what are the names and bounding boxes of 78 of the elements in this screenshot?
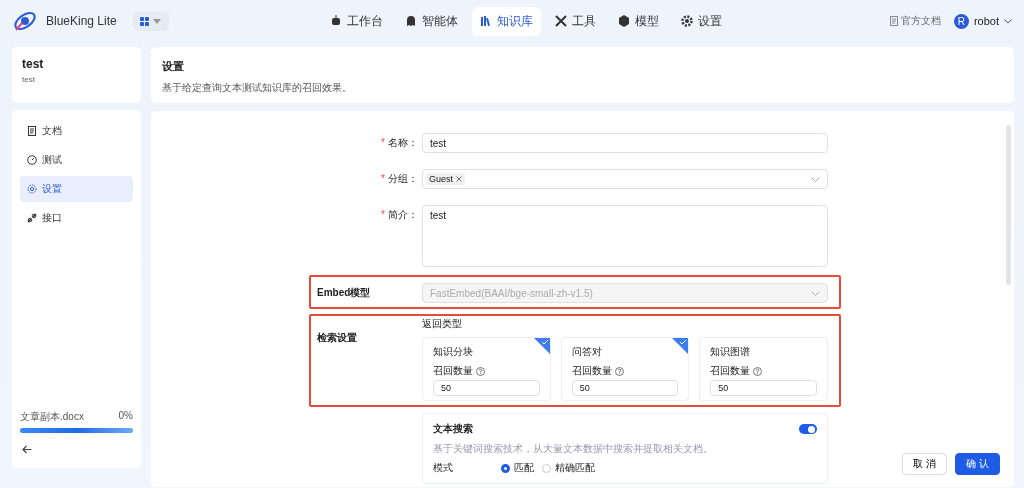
card-title: 问答对 xyxy=(571,345,603,359)
nav-tab[interactable]: 智能体 xyxy=(397,6,466,36)
tools-icon xyxy=(555,15,567,27)
field-label: 检索设置 xyxy=(317,331,357,345)
cube-icon xyxy=(618,15,630,27)
check-corner-icon xyxy=(533,338,550,354)
kb-title: test xyxy=(22,57,45,71)
return-type-card[interactable]: 知识图谱 召回数量 50 xyxy=(699,337,828,401)
nav-tab[interactable]: 设置 xyxy=(673,6,730,36)
mode-radio[interactable]: 匹配 xyxy=(501,461,534,475)
field-label: 名称： xyxy=(388,136,418,150)
sidebar-item[interactable]: 测试 xyxy=(20,147,133,173)
grid-icon xyxy=(140,16,150,26)
chevron-down-icon[interactable] xyxy=(1004,18,1012,24)
gear-icon xyxy=(681,15,693,27)
check-corner-icon xyxy=(672,338,689,354)
text-search-title: 文本搜索 xyxy=(433,422,473,436)
close-icon[interactable] xyxy=(456,176,462,182)
nav-tab[interactable]: 工作台 xyxy=(322,6,391,36)
gauge-icon xyxy=(27,155,37,165)
group-tag[interactable]: Guest xyxy=(426,173,465,185)
page-description: 基于给定查询文本测试知识库的召回效果。 xyxy=(162,81,353,95)
field-label: 分组： xyxy=(388,172,418,186)
count-field[interactable]: 50 xyxy=(571,380,679,396)
mode-radio[interactable]: 精确匹配 xyxy=(542,461,595,475)
mode-label: 模式 xyxy=(433,461,454,475)
books-icon xyxy=(480,15,492,27)
intro-textarea[interactable]: test xyxy=(422,205,828,267)
link-icon xyxy=(27,213,37,223)
name-field[interactable]: test xyxy=(422,133,828,153)
nav-tab[interactable]: 工具 xyxy=(547,6,604,36)
sidebar-item[interactable]: 接口 xyxy=(20,205,133,231)
help-icon xyxy=(476,366,485,376)
gear-icon xyxy=(27,184,37,194)
sidebar-item[interactable]: 设置 xyxy=(20,176,133,202)
back-arrow-icon[interactable] xyxy=(22,445,32,454)
field-label: Embed模型 xyxy=(317,286,371,300)
return-type-card[interactable]: 问答对 召回数量 50 xyxy=(560,337,690,401)
required-mark: * xyxy=(381,208,385,222)
nav-tab[interactable]: 知识库 xyxy=(472,6,541,36)
kb-subtitle: test xyxy=(22,75,36,84)
text-search-description: 基于关键词搜索技术，从大量文本数据中搜索并提取相关文档。 xyxy=(433,442,714,456)
sidebar-item[interactable]: 文档 xyxy=(20,118,133,144)
document-icon xyxy=(889,16,898,26)
count-field[interactable]: 50 xyxy=(710,380,817,396)
count-label: 召回数量 xyxy=(710,364,751,378)
user-avatar[interactable]: R xyxy=(953,13,969,29)
return-type-label: 返回类型 xyxy=(422,317,463,331)
help-icon xyxy=(753,366,763,376)
group-select[interactable]: Guest xyxy=(422,169,828,189)
toggle-switch[interactable] xyxy=(799,424,817,434)
count-label: 召回数量 xyxy=(433,364,473,378)
doc-icon xyxy=(27,126,37,136)
caret-icon xyxy=(153,18,162,24)
upload-percent: 0% xyxy=(118,410,133,423)
card-title: 知识图谱 xyxy=(710,345,752,359)
required-mark: * xyxy=(381,136,385,150)
chevron-down-icon xyxy=(811,177,820,182)
docs-link[interactable]: 官方文档 xyxy=(889,14,941,28)
app-switcher-button[interactable] xyxy=(132,11,169,31)
robot-icon xyxy=(330,15,342,27)
count-field[interactable]: 50 xyxy=(433,380,540,396)
chevron-down-icon xyxy=(811,291,820,296)
nav-tab[interactable]: 模型 xyxy=(610,6,667,36)
return-type-card[interactable]: 知识分块 召回数量 50 xyxy=(422,337,551,401)
cancel-button[interactable]: 取 消 xyxy=(902,453,948,475)
app-name: BlueKing Lite xyxy=(46,14,117,28)
required-mark: * xyxy=(381,172,385,186)
help-icon xyxy=(614,366,624,376)
confirm-button[interactable]: 确 认 xyxy=(955,453,1000,475)
ghost-icon xyxy=(405,15,417,27)
file-name: 文章副本.docx xyxy=(20,410,84,424)
user-name[interactable]: robot xyxy=(973,15,999,27)
count-label: 召回数量 xyxy=(571,364,612,378)
page-title: 设置 xyxy=(162,59,185,74)
field-label: 简介： xyxy=(388,208,418,222)
card-title: 知识分块 xyxy=(433,345,474,359)
radio-button[interactable] xyxy=(501,463,510,473)
